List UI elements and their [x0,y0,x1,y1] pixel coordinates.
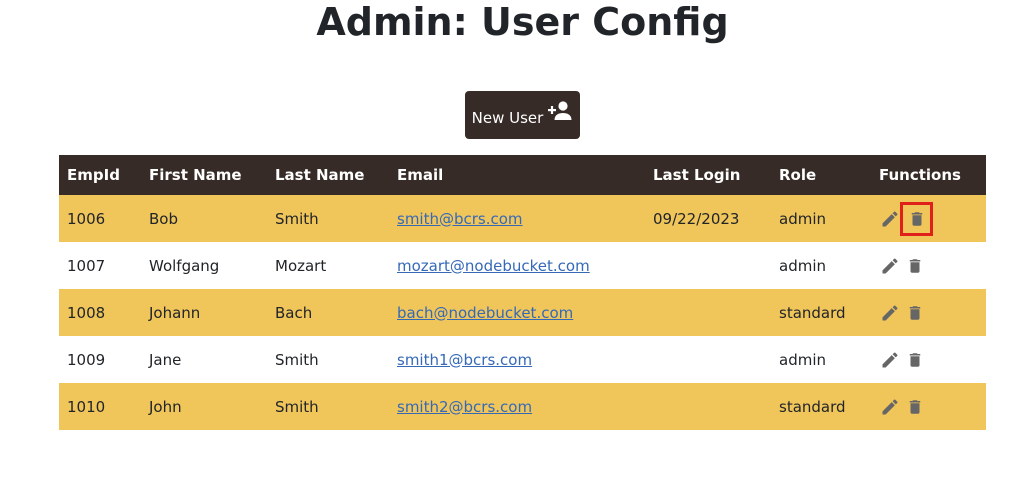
email-link[interactable]: bach@nodebucket.com [397,304,573,322]
email-link[interactable]: smith@bcrs.com [397,210,523,228]
cell-first-name: Johann [141,289,267,336]
cell-last-login [645,289,771,336]
cell-empid: 1008 [59,289,141,336]
user-table: EmpId First Name Last Name Email Last Lo… [59,155,986,430]
cell-empid: 1009 [67,350,106,369]
delete-trash-icon[interactable] [900,201,933,236]
cell-functions [871,242,986,289]
delete-trash-icon[interactable] [904,396,926,418]
cell-functions [871,383,986,430]
cell-last-login [645,242,771,289]
cell-first-name: Bob [141,195,267,242]
edit-pencil-icon[interactable] [879,396,901,418]
email-link[interactable]: smith2@bcrs.com [397,398,532,416]
cell-functions [871,195,986,242]
delete-trash-icon[interactable] [904,349,926,371]
column-header-last-name: Last Name [267,155,389,195]
column-header-email: Email [389,155,645,195]
email-link[interactable]: mozart@nodebucket.com [397,257,590,275]
cell-last-name: Smith [267,383,389,430]
cell-last-login: 09/22/2023 [645,195,771,242]
cell-first-name: Wolfgang [149,256,220,275]
delete-trash-icon[interactable] [904,255,926,277]
cell-first-name: Jane [149,350,182,369]
delete-trash-icon[interactable] [904,302,926,324]
column-header-empid: EmpId [59,155,141,195]
person-add-icon [547,100,573,122]
page-title: Admin: User Config [316,0,729,44]
cell-first-name: John [141,383,267,430]
cell-last-name: Smith [275,350,319,369]
table-header-row: EmpId First Name Last Name Email Last Lo… [59,155,986,195]
cell-role: admin [771,195,871,242]
cell-email: smith@bcrs.com [389,195,645,242]
cell-role: standard [771,383,871,430]
cell-empid: 1010 [59,383,141,430]
cell-role: admin [779,256,826,275]
new-user-button[interactable]: New User [465,91,580,139]
edit-pencil-icon[interactable] [879,208,901,230]
cell-last-name: Mozart [275,256,327,275]
edit-pencil-icon[interactable] [879,255,901,277]
cell-last-login [645,336,771,383]
cell-empid: 1006 [59,195,141,242]
cell-email: bach@nodebucket.com [389,289,645,336]
column-header-role: Role [771,155,871,195]
table-row: 1007 Wolfgang Mozart mozart@nodebucket.com a… [59,242,986,289]
edit-pencil-icon[interactable] [879,349,901,371]
cell-functions [871,289,986,336]
cell-email: smith1@bcrs.com [389,336,645,383]
column-header-first-name: First Name [141,155,267,195]
column-header-last-login: Last Login [645,155,771,195]
email-link[interactable]: smith1@bcrs.com [397,351,532,369]
cell-last-login [645,383,771,430]
new-user-label: New User [471,109,544,127]
cell-last-name: Smith [267,195,389,242]
cell-empid: 1007 [67,256,106,275]
column-header-functions: Functions [871,155,986,195]
table-row: 1009 Jane Smith smith1@bcrs.com admin [59,336,986,383]
cell-email: mozart@nodebucket.com [389,242,645,289]
cell-role: standard [771,289,871,336]
cell-functions [871,336,986,383]
table-row: 1006 Bob Smith smith@bcrs.com 09/22/2023 admi… [59,195,986,242]
cell-email: smith2@bcrs.com [389,383,645,430]
cell-last-name: Bach [267,289,389,336]
table-row: 1010 John Smith smith2@bcrs.com standard [59,383,986,430]
cell-role: admin [779,350,826,369]
table-row: 1008 Johann Bach bach@nodebucket.com standar… [59,289,986,336]
edit-pencil-icon[interactable] [879,302,901,324]
table-body: 1006 Bob Smith smith@bcrs.com 09/22/2023 admi… [59,195,986,430]
